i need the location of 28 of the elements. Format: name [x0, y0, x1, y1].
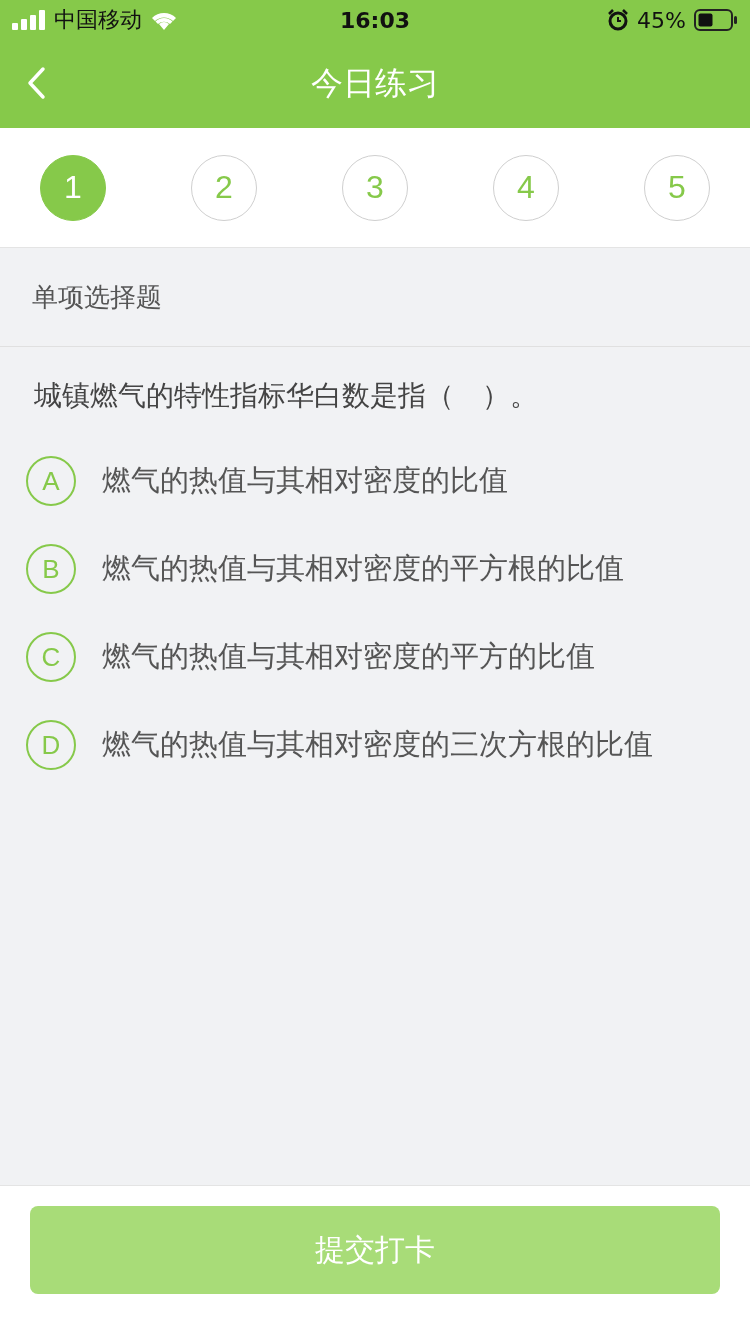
battery-percent: 45% — [637, 7, 686, 33]
answer-option[interactable]: D 燃气的热值与其相对密度的三次方根的比值 — [26, 701, 724, 789]
question-number-tab[interactable]: 4 — [493, 154, 559, 221]
clock-time: 16:03 — [340, 7, 410, 33]
option-letter-circle: D — [26, 720, 76, 770]
option-text: 燃气的热值与其相对密度的三次方根的比值 — [102, 726, 653, 763]
question-number-tab[interactable]: 3 — [342, 154, 408, 221]
option-letter-circle: C — [26, 632, 76, 682]
answer-option[interactable]: A 燃气的热值与其相对密度的比值 — [26, 437, 724, 525]
answer-option[interactable]: C 燃气的热值与其相对密度的平方的比值 — [26, 613, 724, 701]
question-number-tab[interactable]: 5 — [644, 154, 710, 221]
carrier-name: 中国移动 — [54, 6, 142, 34]
page-title: 今日练习 — [311, 63, 439, 104]
question-number-tab[interactable]: 2 — [191, 154, 257, 221]
battery-icon — [694, 9, 738, 31]
option-text: 燃气的热值与其相对密度的平方的比值 — [102, 638, 595, 675]
back-button[interactable] — [26, 66, 46, 100]
option-letter-circle: A — [26, 456, 76, 506]
signal-icon — [12, 10, 46, 30]
option-letter-circle: B — [26, 544, 76, 594]
option-text: 燃气的热值与其相对密度的比值 — [102, 462, 508, 499]
alarm-clock-icon — [607, 9, 630, 31]
question-type-label: 单项选择题 — [32, 280, 162, 314]
wifi-icon — [150, 10, 178, 30]
question-text: 城镇燃气的特性指标华白数是指（ ）。 — [34, 378, 539, 414]
option-text: 燃气的热值与其相对密度的平方根的比值 — [102, 550, 624, 587]
answer-option[interactable]: B 燃气的热值与其相对密度的平方根的比值 — [26, 525, 724, 613]
question-number-tab[interactable]: 1 — [40, 154, 106, 221]
